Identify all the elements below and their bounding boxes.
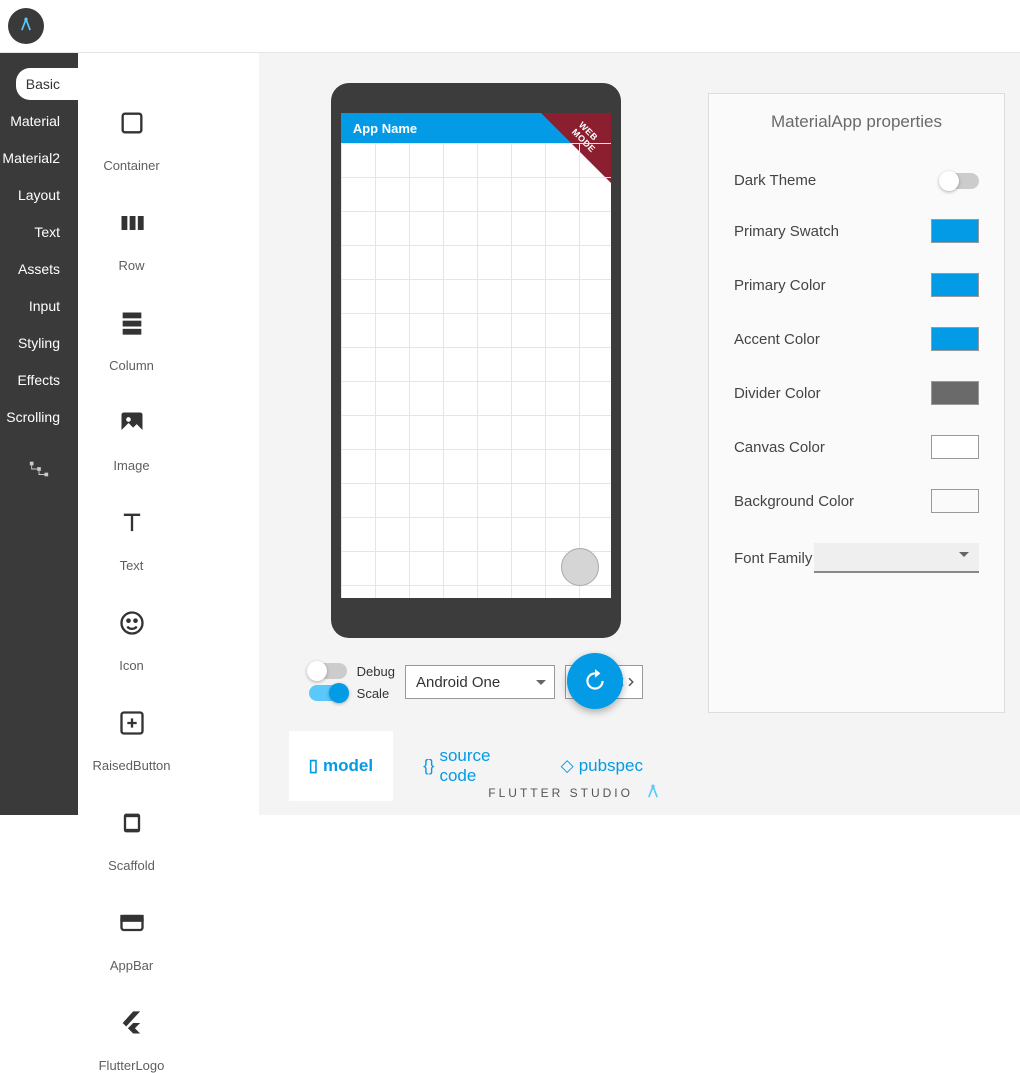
widget-appbar[interactable]: AppBar	[85, 873, 178, 973]
debug-label: Debug	[357, 664, 395, 679]
prop-label: Primary Color	[734, 277, 826, 294]
widget-label: Text	[120, 558, 144, 573]
debug-toggle[interactable]	[309, 663, 347, 679]
prop-row-primary-swatch: Primary Swatch	[734, 204, 979, 258]
sidebar-item-material[interactable]: Material	[0, 105, 70, 137]
widget-label: Scaffold	[108, 858, 155, 873]
properties-panel: MaterialApp properties Dark Theme Primary…	[693, 53, 1020, 815]
font-family-select[interactable]	[814, 543, 979, 573]
widget-label: RaisedButton	[92, 758, 170, 773]
scale-toggle[interactable]	[309, 685, 347, 701]
device-screen[interactable]: App Name ⋮ WEB MODE	[341, 113, 611, 598]
prop-label: Font Family	[734, 550, 812, 567]
widget-label: Container	[103, 158, 159, 173]
widget-palette: Container Row Column Image Text Icon RaisedBut…	[78, 53, 259, 815]
device-select[interactable]: Android One	[405, 665, 555, 699]
prop-row-accent-color: Accent Color	[734, 312, 979, 366]
widget-flutterlogo[interactable]: FlutterLogo	[85, 973, 178, 1073]
scaffold-icon	[118, 803, 146, 843]
tab-model[interactable]: ▯ model	[289, 731, 393, 801]
phone-icon: ▯	[309, 756, 318, 776]
prop-label: Canvas Color	[734, 439, 825, 456]
prop-label: Divider Color	[734, 385, 821, 402]
canvas-area: App Name ⋮ WEB MODE Debug Scal	[259, 53, 693, 815]
prop-row-canvas-color: Canvas Color	[734, 420, 979, 474]
footer-brand: FLUTTER STUDIO	[488, 781, 663, 805]
braces-icon: {}	[423, 756, 434, 776]
color-swatch[interactable]	[931, 327, 979, 351]
icon-icon	[118, 603, 146, 643]
sidebar-item-layout[interactable]: Layout	[8, 179, 70, 211]
widget-icon[interactable]: Icon	[85, 573, 178, 673]
sidebar-item-text[interactable]: Text	[24, 216, 70, 248]
device-frame: App Name ⋮ WEB MODE	[331, 83, 621, 638]
topbar	[0, 0, 1020, 53]
color-swatch[interactable]	[931, 219, 979, 243]
widget-row[interactable]: Row	[85, 173, 178, 273]
layout-grid	[341, 143, 611, 598]
widget-scaffold[interactable]: Scaffold	[85, 773, 178, 873]
widget-column[interactable]: Column	[85, 273, 178, 373]
color-swatch[interactable]	[931, 489, 979, 513]
prop-row-dark-theme: Dark Theme	[734, 157, 979, 204]
widget-image[interactable]: Image	[85, 373, 178, 473]
sidebar-item-scrolling[interactable]: Scrolling	[0, 401, 70, 433]
color-swatch[interactable]	[931, 273, 979, 297]
text-icon	[118, 503, 146, 543]
flutterlogo-icon	[118, 1003, 146, 1043]
widget-label: AppBar	[110, 958, 153, 973]
main-layout: Basic Material Material2 Layout Text Assets In…	[0, 53, 1020, 815]
widget-label: Image	[113, 458, 149, 473]
properties-title: MaterialApp properties	[734, 94, 979, 157]
preview-fab-placeholder[interactable]	[561, 548, 599, 586]
prop-row-primary-color: Primary Color	[734, 258, 979, 312]
widget-label: Column	[109, 358, 154, 373]
appbar-icon	[118, 903, 146, 943]
container-icon	[118, 103, 146, 143]
sidebar-item-assets[interactable]: Assets	[8, 253, 70, 285]
widget-label: Row	[118, 258, 144, 273]
dark-theme-toggle[interactable]	[941, 173, 979, 189]
widget-label: FlutterLogo	[99, 1058, 165, 1073]
prop-label: Accent Color	[734, 331, 820, 348]
diamond-icon: ◇	[561, 756, 574, 776]
sidebar-item-effects[interactable]: Effects	[7, 364, 70, 396]
category-sidebar: Basic Material Material2 Layout Text Assets In…	[0, 53, 78, 815]
prop-label: Dark Theme	[734, 172, 816, 189]
raisedbutton-icon	[118, 703, 146, 743]
tree-structure-icon[interactable]	[28, 458, 50, 483]
app-logo-icon[interactable]	[8, 8, 44, 44]
widget-label: Icon	[119, 658, 144, 673]
widget-text[interactable]: Text	[85, 473, 178, 573]
preview-app-title: App Name	[353, 121, 417, 136]
color-swatch[interactable]	[931, 381, 979, 405]
widget-container[interactable]: Container	[85, 73, 178, 173]
image-icon	[118, 403, 146, 443]
scale-label: Scale	[357, 686, 390, 701]
column-icon	[118, 303, 146, 343]
prop-label: Primary Swatch	[734, 223, 839, 240]
prop-row-divider-color: Divider Color	[734, 366, 979, 420]
color-swatch[interactable]	[931, 435, 979, 459]
widget-raisedbutton[interactable]: RaisedButton	[85, 673, 178, 773]
sidebar-item-input[interactable]: Input	[19, 290, 70, 322]
prop-label: Background Color	[734, 493, 854, 510]
sidebar-item-basic[interactable]: Basic	[16, 68, 78, 100]
row-icon	[118, 203, 146, 243]
refresh-fab[interactable]	[567, 653, 623, 709]
prop-row-background-color: Background Color	[734, 474, 979, 528]
sidebar-item-material2[interactable]: Material2	[0, 142, 70, 174]
canvas-controls: Debug Scale Android One	[289, 663, 663, 701]
prop-row-font-family: Font Family	[734, 528, 979, 588]
sidebar-item-styling[interactable]: Styling	[8, 327, 70, 359]
